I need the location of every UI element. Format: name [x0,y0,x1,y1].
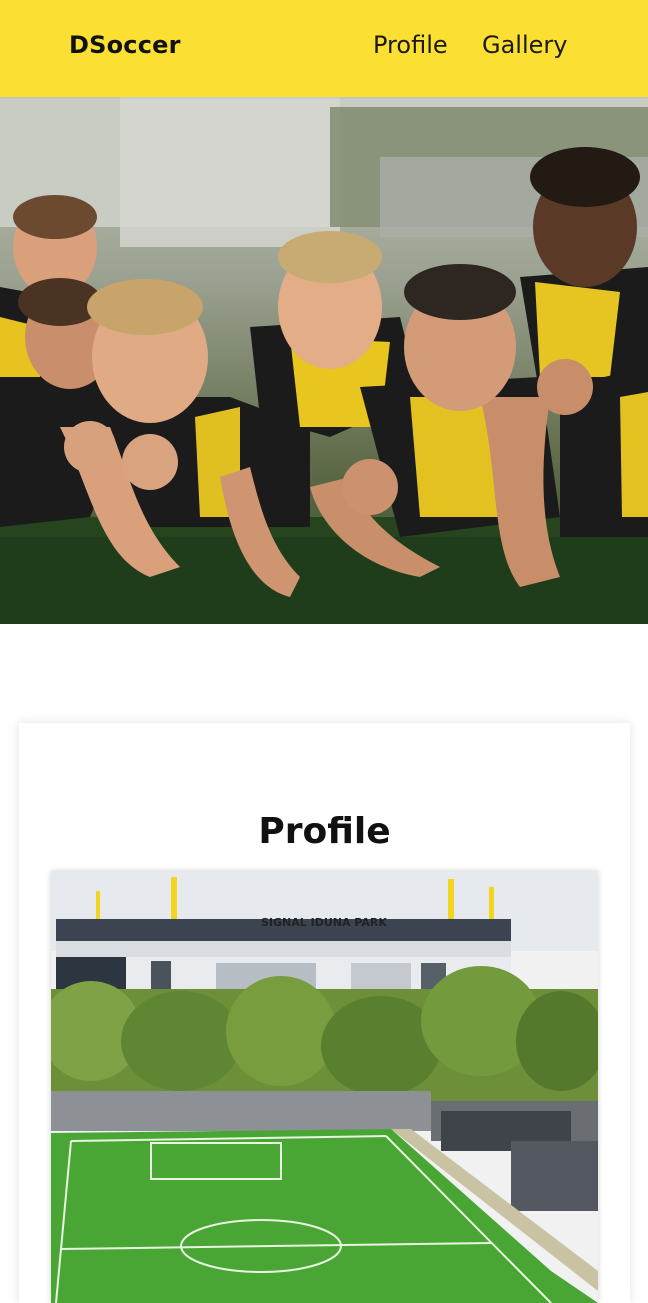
hero-team-illustration [0,97,648,624]
stadium-image: SIGNAL IDUNA PARK [51,871,598,1303]
nav-link-gallery[interactable]: Gallery [482,31,567,59]
nav-link-profile[interactable]: Profile [373,31,448,59]
brand-logo-link[interactable]: DSoccer [69,31,181,59]
profile-card: Profile SIGNAL IDUNA PARK [19,723,630,1303]
stadium-sign-text: SIGNAL IDUNA PARK [261,916,387,929]
hero-team-image [0,97,648,624]
stadium-illustration: SIGNAL IDUNA PARK [51,871,598,1303]
profile-heading: Profile [258,811,391,852]
top-navbar: DSoccer Profile Gallery [0,0,648,97]
